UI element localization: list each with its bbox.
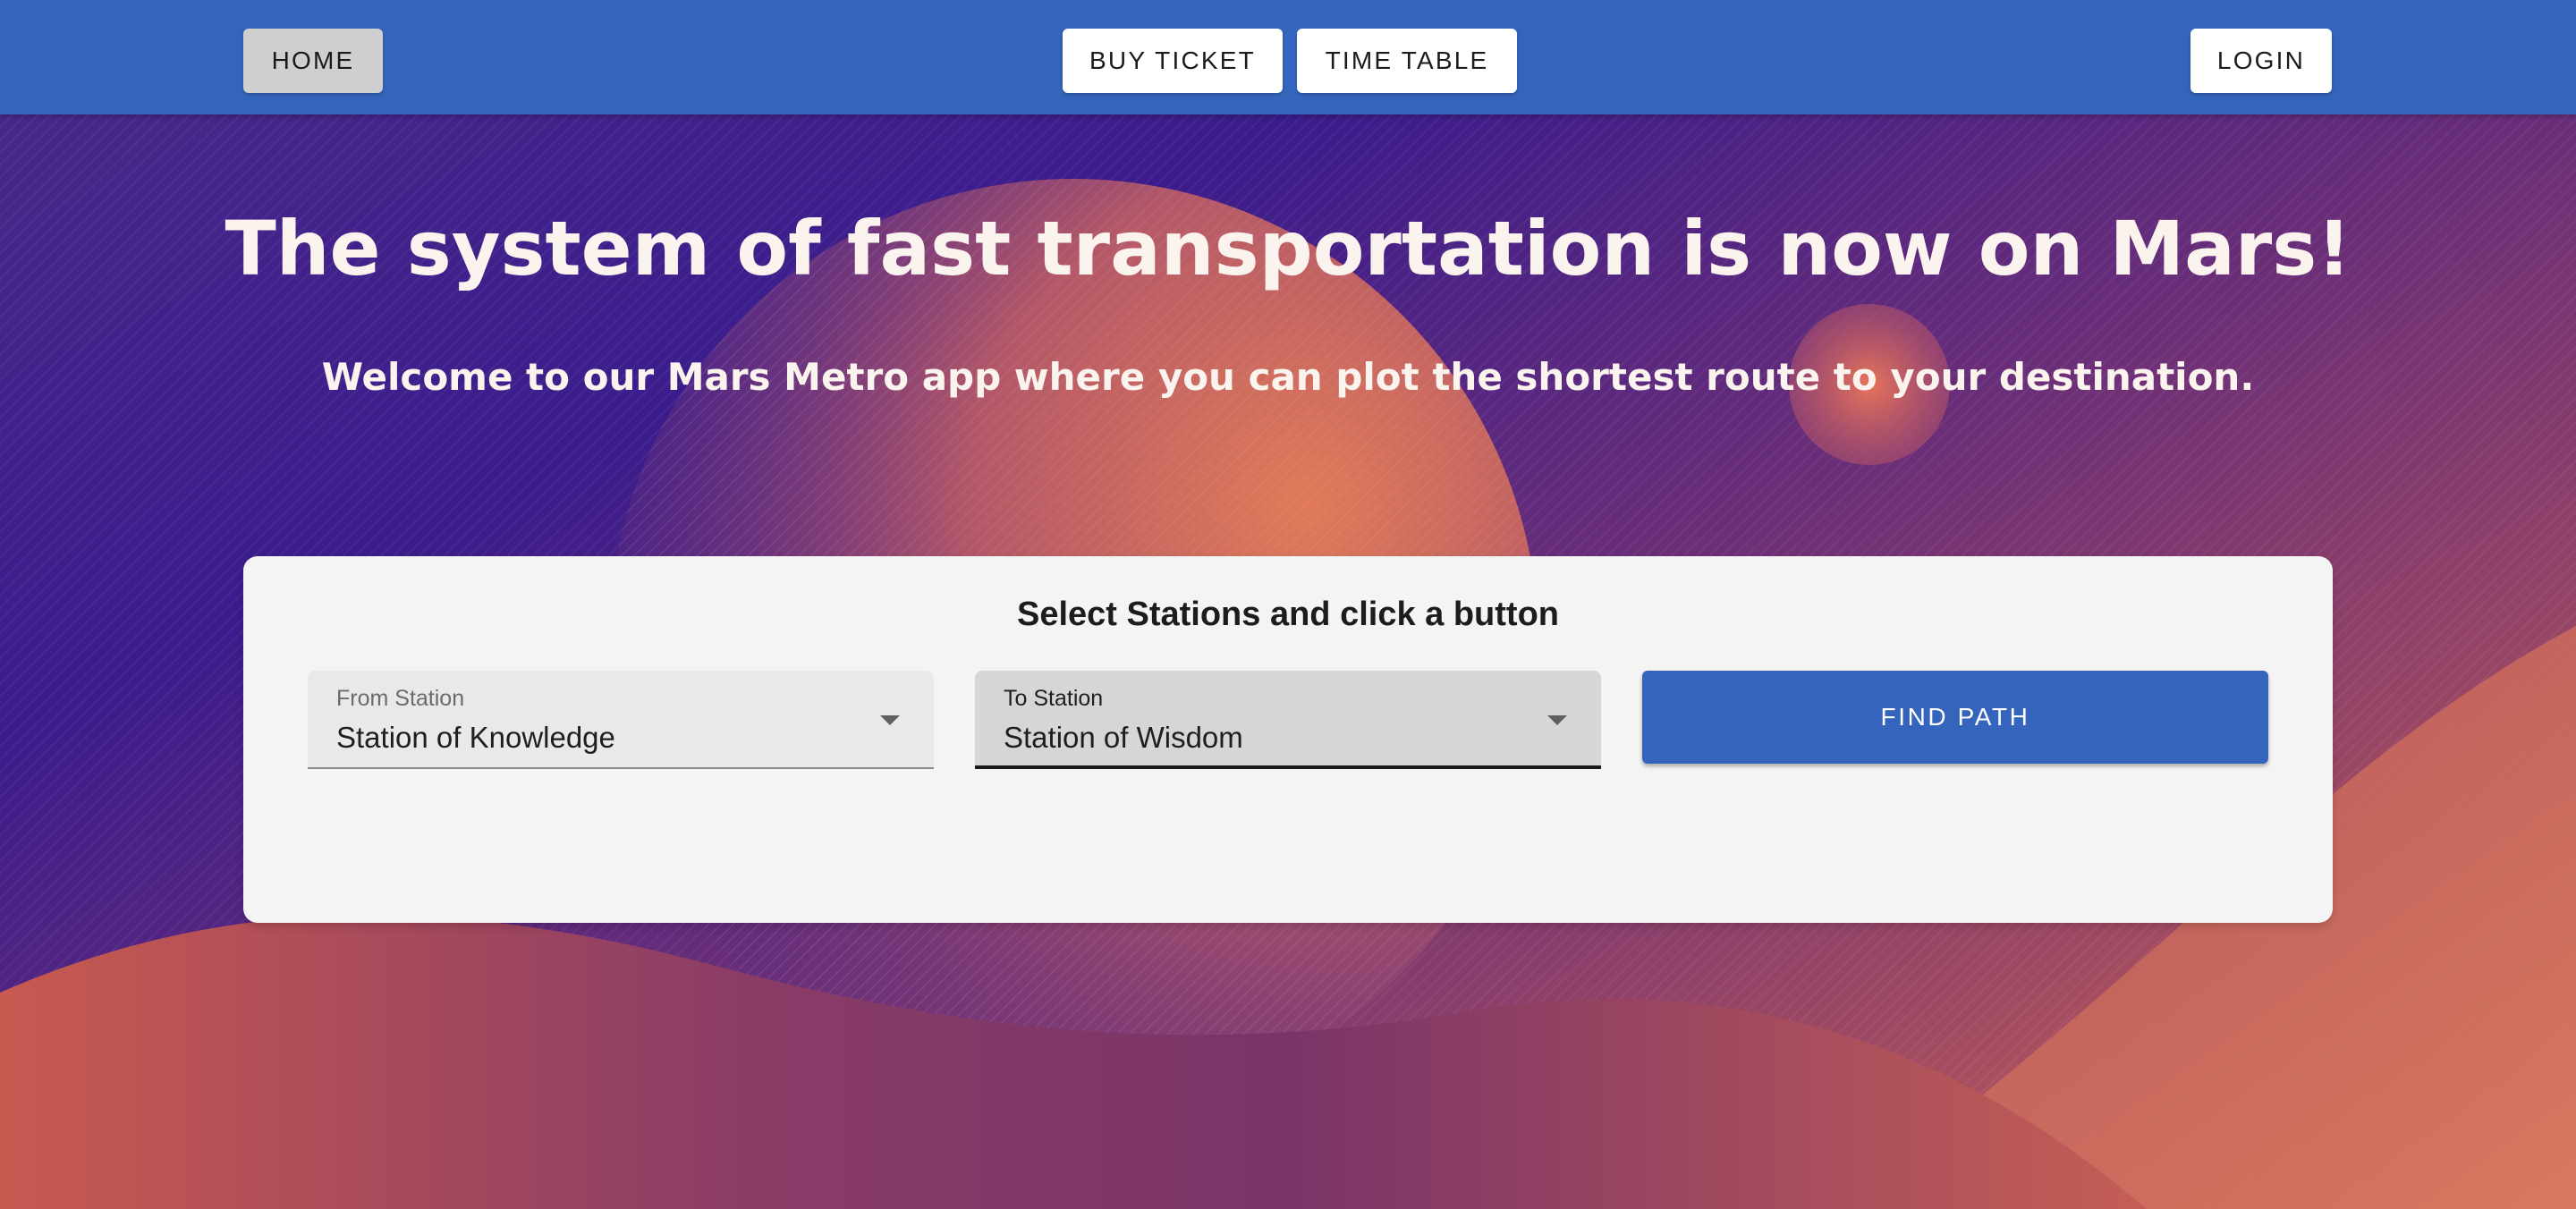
nav-time-table-button[interactable]: TIME TABLE [1297, 29, 1517, 93]
dropdown-arrow-icon [1547, 715, 1567, 725]
nav-buy-ticket-button[interactable]: BUY TICKET [1063, 29, 1283, 93]
to-station-label: To Station [1004, 686, 1104, 711]
to-station-select[interactable]: To Station Station of Wisdom [975, 671, 1601, 769]
to-station-value: Station of Wisdom [1004, 721, 1243, 754]
hero-title: The system of fast transportation is now… [225, 205, 2351, 292]
from-station-value: Station of Knowledge [336, 721, 615, 754]
route-finder-card: Select Stations and click a button From … [243, 556, 2333, 923]
from-station-select[interactable]: From Station Station of Knowledge [308, 671, 934, 769]
hero-subtitle: Welcome to our Mars Metro app where you … [321, 355, 2255, 399]
find-path-button[interactable]: FIND PATH [1642, 671, 2268, 764]
nav-login-button[interactable]: LOGIN [2190, 29, 2332, 93]
dropdown-arrow-icon [880, 715, 900, 725]
top-navbar: HOME BUY TICKET TIME TABLE LOGIN [0, 0, 2576, 114]
from-station-label: From Station [336, 686, 465, 711]
nav-home-button[interactable]: HOME [243, 29, 383, 93]
card-title: Select Stations and click a button [1016, 596, 1559, 633]
